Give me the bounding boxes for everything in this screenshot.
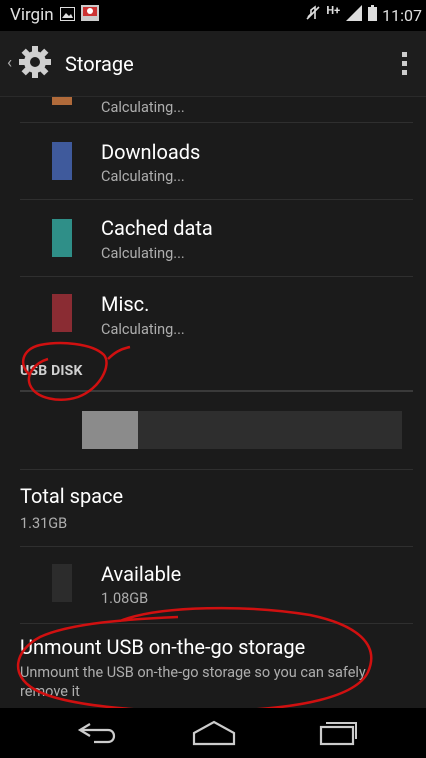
red-annotation-circles bbox=[17, 341, 373, 708]
total-space-value: 1.31GB bbox=[20, 515, 68, 532]
divider bbox=[20, 623, 413, 624]
home-button[interactable] bbox=[184, 716, 244, 750]
signal-icon bbox=[345, 5, 363, 25]
status-right: H+ 11:07 bbox=[305, 3, 422, 25]
carrier-label: Virgin bbox=[10, 5, 54, 25]
network-type-label: H+ bbox=[326, 3, 341, 17]
divider bbox=[20, 469, 413, 470]
section-header-usb-disk: USB DISK bbox=[20, 363, 83, 379]
divider bbox=[20, 199, 413, 200]
usb-usage-fill bbox=[82, 411, 138, 449]
back-icon bbox=[77, 723, 116, 744]
recents-button[interactable] bbox=[308, 716, 368, 750]
status-bar: Virgin H+ 11:07 bbox=[0, 0, 426, 31]
status-left: Virgin bbox=[10, 5, 99, 25]
navigation-bar bbox=[0, 708, 426, 758]
storage-color-swatch bbox=[52, 294, 72, 332]
unmount-title: Unmount USB on-the-go storage bbox=[20, 635, 306, 659]
overflow-menu-icon[interactable] bbox=[394, 48, 414, 78]
divider bbox=[20, 122, 413, 123]
storage-color-swatch bbox=[52, 142, 72, 180]
section-divider bbox=[20, 390, 413, 392]
recents-icon bbox=[319, 722, 357, 746]
home-icon bbox=[192, 720, 236, 746]
available-label: Available bbox=[101, 562, 182, 586]
storage-item-subtitle: Calculating... bbox=[101, 168, 185, 185]
total-space-label: Total space bbox=[20, 484, 124, 508]
action-bar: ‹ Storage bbox=[0, 31, 426, 97]
available-color-swatch bbox=[52, 564, 72, 602]
storage-color-swatch bbox=[52, 97, 72, 105]
battery-icon bbox=[368, 5, 378, 25]
divider bbox=[20, 546, 413, 547]
storage-item-subtitle: Calculating... bbox=[101, 321, 185, 338]
available-value: 1.08GB bbox=[101, 590, 149, 607]
unmount-summary: Unmount the USB on-the-go storage so you… bbox=[20, 664, 366, 700]
storage-list: Calculating... Downloads Calculating... … bbox=[0, 97, 426, 708]
storage-item-title: Downloads bbox=[101, 140, 201, 164]
page-title: Storage bbox=[65, 52, 134, 76]
storage-item-subtitle: Calculating... bbox=[101, 245, 185, 262]
storage-color-swatch bbox=[52, 219, 72, 257]
storage-item-subtitle: Calculating... bbox=[101, 99, 185, 116]
image-notification-icon bbox=[59, 6, 75, 25]
storage-item-title: Cached data bbox=[101, 216, 213, 240]
up-navigation-icon[interactable]: ‹ bbox=[7, 53, 12, 73]
settings-gear-icon[interactable] bbox=[18, 45, 52, 83]
usb-usage-bar bbox=[82, 411, 402, 449]
storage-item-title: Misc. bbox=[101, 292, 150, 316]
mute-icon bbox=[305, 5, 321, 25]
clock: 11:07 bbox=[382, 5, 422, 25]
gallery-notification-icon bbox=[80, 5, 99, 25]
back-button[interactable] bbox=[68, 716, 128, 750]
divider bbox=[20, 276, 413, 277]
